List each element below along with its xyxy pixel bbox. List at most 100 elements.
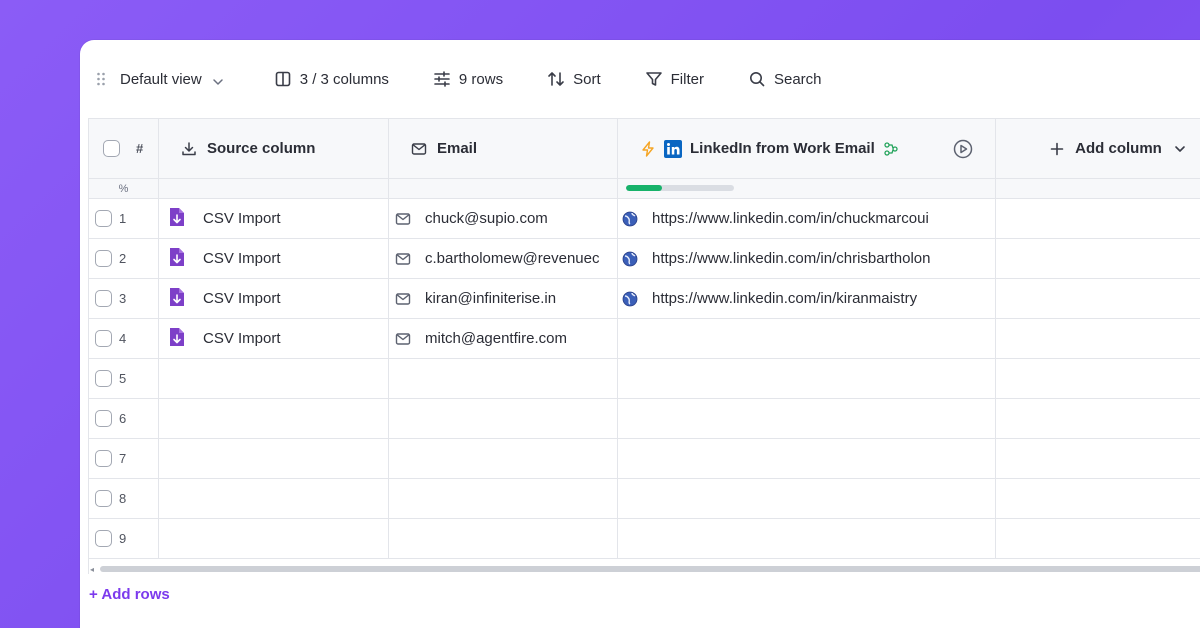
percent-label: % [118,182,129,195]
row-number: 1 [119,211,127,226]
table-row: 2 CSV Import c.bartholomew@revenuec https:/… [89,239,1200,279]
source-cell[interactable] [159,439,389,479]
globe-icon [622,211,638,227]
source-cell[interactable] [159,519,389,559]
csv-import-icon [167,246,187,272]
chevron-down-icon [212,73,224,85]
play-circle-icon[interactable] [953,139,973,159]
email-cell[interactable] [389,359,618,399]
row-index-cell: 9 [89,519,159,559]
empty-cell [996,319,1200,359]
linkedin-url-value[interactable]: https://www.linkedin.com/in/chuckmarcoui [652,210,929,227]
chevron-down-icon [1174,143,1186,155]
select-all-checkbox[interactable] [103,140,120,157]
csv-import-icon [167,286,187,312]
column-header-email[interactable]: Email [389,119,618,179]
scrollbar-thumb[interactable] [100,566,1200,572]
linkedin-cell[interactable]: https://www.linkedin.com/in/chuckmarcoui [618,199,996,239]
row-checkbox[interactable] [95,450,112,467]
column-header-linkedin[interactable]: LinkedIn from Work Email [618,119,996,179]
sort-label: Sort [573,70,601,88]
row-index-cell: 1 [89,199,159,239]
row-number: 3 [119,291,127,306]
linkedin-cell[interactable] [618,319,996,359]
row-checkbox[interactable] [95,330,112,347]
source-cell[interactable] [159,359,389,399]
source-cell[interactable]: CSV Import [159,319,389,359]
add-column-button[interactable]: Add column [996,119,1200,179]
row-checkbox[interactable] [95,250,112,267]
empty-cell [996,279,1200,319]
email-cell[interactable]: c.bartholomew@revenuec [389,239,618,279]
source-cell[interactable]: CSV Import [159,199,389,239]
source-cell[interactable]: CSV Import [159,279,389,319]
table-subheader-row: % [89,179,1200,199]
view-selector[interactable]: Default view [96,64,232,94]
source-value: CSV Import [203,210,281,227]
sort-button[interactable]: Sort [547,64,601,94]
waterfall-icon[interactable] [883,141,899,157]
source-cell[interactable] [159,399,389,439]
columns-label: 3 / 3 columns [299,70,389,88]
row-index-cell: 6 [89,399,159,439]
view-label: Default view [120,70,202,88]
column-header-source-label: Source column [207,140,316,157]
row-checkbox[interactable] [95,210,112,227]
table-row: 9 [89,519,1200,559]
empty-cell [996,199,1200,239]
columns-icon [274,70,292,88]
mail-icon [411,141,427,157]
add-rows-button[interactable]: + Add rows [89,586,170,603]
drag-handle-icon[interactable] [96,70,106,88]
linkedin-cell[interactable] [618,359,996,399]
source-value: CSV Import [203,250,281,267]
column-header-linkedin-label: LinkedIn from Work Email [690,140,875,157]
horizontal-scrollbar[interactable]: ◂ [88,565,1200,574]
column-header-source[interactable]: Source column [159,119,389,179]
search-button[interactable]: Search [748,64,822,94]
row-checkbox[interactable] [95,410,112,427]
linkedin-cell[interactable] [618,399,996,439]
scroll-left-arrow-icon[interactable]: ◂ [90,565,94,574]
email-cell[interactable]: chuck@supio.com [389,199,618,239]
globe-icon [622,251,638,267]
row-checkbox[interactable] [95,530,112,547]
email-value: c.bartholomew@revenuec [425,250,600,267]
subheader-email-cell [389,179,618,199]
plus-icon [1049,141,1065,157]
rows-button[interactable]: 9 rows [433,64,503,94]
linkedin-cell[interactable] [618,479,996,519]
row-index-cell: 7 [89,439,159,479]
add-column-label: Add column [1075,140,1162,157]
mail-icon [395,331,411,347]
linkedin-icon [664,139,682,158]
linkedin-url-value[interactable]: https://www.linkedin.com/in/kiranmaistry [652,290,917,307]
linkedin-cell[interactable] [618,439,996,479]
email-cell[interactable]: mitch@agentfire.com [389,319,618,359]
row-number: 9 [119,531,127,546]
email-value: mitch@agentfire.com [425,330,567,347]
email-cell[interactable] [389,519,618,559]
empty-cell [996,359,1200,399]
source-cell[interactable]: CSV Import [159,239,389,279]
row-checkbox[interactable] [95,370,112,387]
columns-button[interactable]: 3 / 3 columns [274,64,389,94]
empty-cell [996,239,1200,279]
email-cell[interactable] [389,439,618,479]
empty-cell [996,399,1200,439]
email-cell[interactable]: kiran@infiniterise.in [389,279,618,319]
filter-button[interactable]: Filter [645,64,704,94]
email-cell[interactable] [389,479,618,519]
empty-cell [996,439,1200,479]
row-index-cell: 5 [89,359,159,399]
download-icon [181,141,197,157]
row-checkbox[interactable] [95,490,112,507]
email-cell[interactable] [389,399,618,439]
linkedin-url-value[interactable]: https://www.linkedin.com/in/chrisbarthol… [652,250,930,267]
data-table: # Source column Email LinkedIn from Work… [88,118,1200,574]
row-checkbox[interactable] [95,290,112,307]
linkedin-cell[interactable]: https://www.linkedin.com/in/chrisbarthol… [618,239,996,279]
source-cell[interactable] [159,479,389,519]
linkedin-cell[interactable]: https://www.linkedin.com/in/kiranmaistry [618,279,996,319]
linkedin-cell[interactable] [618,519,996,559]
